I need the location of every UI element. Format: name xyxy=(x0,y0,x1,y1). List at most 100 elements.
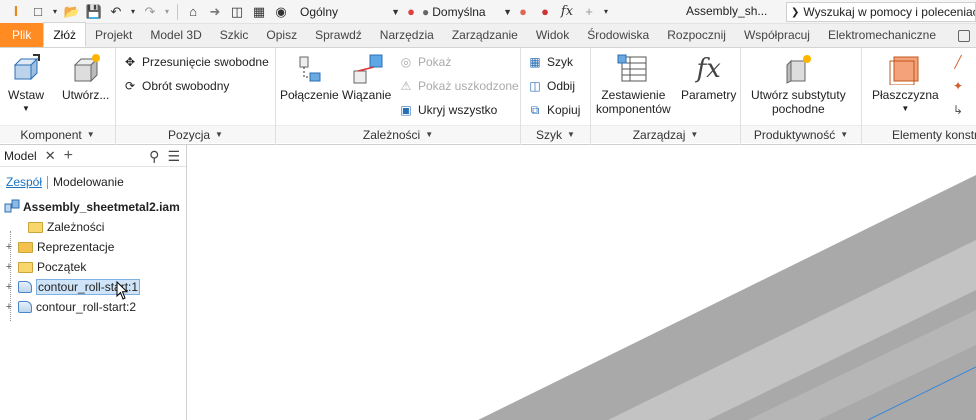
chevron-down-icon: ▼ xyxy=(901,104,910,113)
panel-title-relationships[interactable]: Zależności ▼ xyxy=(276,125,520,143)
clear-appearance-icon[interactable]: ● xyxy=(535,2,555,22)
copy-button[interactable]: ⧉ Kopiuj xyxy=(527,100,581,120)
free-rotate-button[interactable]: ⟳ Obrót swobodny xyxy=(122,76,229,96)
constrain-button[interactable]: Wiązanie xyxy=(342,52,391,102)
save-icon[interactable]: 💾 xyxy=(84,2,104,22)
adjust-appearance-icon[interactable]: ● xyxy=(513,2,533,22)
redo-icon[interactable]: ↷ xyxy=(140,2,160,22)
appearance-combo[interactable]: ● Domyślna ▼ xyxy=(422,2,512,22)
style-combo[interactable]: Ogólny ▼ xyxy=(300,2,400,22)
create-substitutes-button[interactable]: Utwórz substytuty pochodne xyxy=(751,52,846,116)
free-move-button[interactable]: ✥ Przesunięcie swobodne xyxy=(122,52,269,72)
panel-title-pattern[interactable]: Szyk ▼ xyxy=(521,125,590,143)
browser-title[interactable]: Model xyxy=(4,149,37,163)
mirror-button[interactable]: ◫ Odbij xyxy=(527,76,575,96)
tab-assembly[interactable]: Zespół xyxy=(6,175,42,189)
tree-item-part-1[interactable]: + contour_roll-start:1 xyxy=(0,277,186,300)
update-icon[interactable]: ◫ xyxy=(227,2,247,22)
joint-button[interactable]: Połączenie xyxy=(280,52,339,102)
tab-environments[interactable]: Środowiska xyxy=(578,23,658,47)
pattern-icon: ▦ xyxy=(529,55,541,69)
mirror-label: Odbij xyxy=(547,79,576,93)
tree-item-relationships[interactable]: Zależności xyxy=(0,217,186,237)
tab-tools[interactable]: Narzędzia xyxy=(371,23,443,47)
free-move-icon: ✥ xyxy=(124,55,136,69)
redo-dropdown-icon[interactable]: ▾ xyxy=(162,2,172,22)
sphere-icon: ● xyxy=(422,4,430,19)
menu-icon[interactable]: ☰ xyxy=(167,148,180,165)
plus-icon[interactable]: + xyxy=(579,2,599,22)
model-browser: Model ✕ + ⚲ ☰ Zespół Modelowanie Assembl… xyxy=(0,145,187,420)
tree-root[interactable]: Assembly_sheetmetal2.iam xyxy=(0,197,186,217)
graphics-window[interactable] xyxy=(188,145,976,420)
panel-title-productivity[interactable]: Produktywność ▼ xyxy=(741,125,861,143)
expand-icon[interactable]: + xyxy=(4,301,14,313)
ribbon-minimize-icon[interactable] xyxy=(958,30,970,42)
panel-title-component[interactable]: Komponent ▼ xyxy=(0,125,115,143)
panel-title-pattern-label: Szyk xyxy=(536,127,563,142)
bom-button[interactable]: Zestawienie komponentów xyxy=(596,52,671,116)
new-file-icon[interactable]: □ xyxy=(28,2,48,22)
ucs-icon: ↳ xyxy=(952,103,964,117)
hide-all-button[interactable]: ▣ Ukryj wszystko xyxy=(398,100,497,120)
expand-icon[interactable]: + xyxy=(4,261,14,273)
tab-modeling[interactable]: Modelowanie xyxy=(53,175,124,189)
tab-get-started[interactable]: Rozpocznij xyxy=(658,23,735,47)
fx-icon[interactable]: fx xyxy=(557,2,577,22)
tab-3d-model[interactable]: Model 3D xyxy=(141,23,210,47)
undo-icon[interactable]: ↶ xyxy=(106,2,126,22)
color-wheel-icon[interactable]: ● xyxy=(401,2,421,22)
search-icon[interactable]: ⚲ xyxy=(149,148,159,165)
tab-design[interactable]: Projekt xyxy=(86,23,141,47)
fx-icon: fx xyxy=(696,54,721,84)
axis-button[interactable]: ╱ xyxy=(950,52,966,72)
tree-item-label: contour_roll-start:2 xyxy=(36,300,137,314)
hide-all-label: Ukryj wszystko xyxy=(418,103,498,117)
select-icon[interactable]: ➜ xyxy=(205,2,225,22)
expand-icon[interactable]: + xyxy=(4,281,14,293)
customize-dropdown-icon[interactable]: ▾ xyxy=(601,2,611,22)
tree-item-origin[interactable]: + Początek xyxy=(0,257,186,277)
expand-icon[interactable]: + xyxy=(4,241,14,253)
parameters-button[interactable]: fx Parametry xyxy=(681,52,736,102)
tab-view[interactable]: Widok xyxy=(527,23,578,47)
hide-all-icon: ▣ xyxy=(400,103,412,117)
add-browser-icon[interactable]: + xyxy=(64,147,73,165)
point-button[interactable]: ✦ xyxy=(950,76,966,96)
ribbon-tabs: Plik Złóż Projekt Model 3D Szkic Opisz S… xyxy=(0,22,976,48)
create-component-button[interactable]: Utwórz... xyxy=(62,52,109,102)
panel-title-work-features[interactable]: Elementy konstrukcyjne xyxy=(862,125,976,143)
tab-manage[interactable]: Zarządzanie xyxy=(443,23,527,47)
home-icon[interactable]: ⌂ xyxy=(183,2,203,22)
tab-inspect[interactable]: Sprawdź xyxy=(306,23,371,47)
plane-button[interactable]: Płaszczyzna ▼ xyxy=(872,52,939,116)
ucs-button[interactable]: ↳ xyxy=(950,100,966,120)
insert-button[interactable]: Wstaw ▼ xyxy=(8,52,44,116)
undo-dropdown-icon[interactable]: ▾ xyxy=(128,2,138,22)
new-dropdown-icon[interactable]: ▾ xyxy=(50,2,60,22)
open-icon[interactable]: 📂 xyxy=(62,2,82,22)
copy-icon: ⧉ xyxy=(530,102,540,117)
tree-item-representations[interactable]: + Reprezentacje xyxy=(0,237,186,257)
tab-sketch[interactable]: Szkic xyxy=(211,23,258,47)
close-icon[interactable]: ✕ xyxy=(45,148,56,164)
help-search-input[interactable]: ❯ Wyszukaj w pomocy i poleceniach... xyxy=(786,2,976,22)
panel-component: Wstaw ▼ Utwórz... Komponent ▼ xyxy=(0,48,116,145)
iproperties-icon[interactable]: ▦ xyxy=(249,2,269,22)
app-logo-icon[interactable]: I xyxy=(6,2,26,22)
tab-file[interactable]: Plik xyxy=(0,23,44,47)
tab-electromechanical[interactable]: Elektromechaniczne xyxy=(819,23,945,47)
panel-title-position-label: Pozycja xyxy=(168,127,211,142)
pattern-button[interactable]: ▦ Szyk xyxy=(527,52,573,72)
panel-title-position[interactable]: Pozycja ▼ xyxy=(116,125,275,143)
show-button[interactable]: ◎ Pokaż xyxy=(398,52,452,72)
create-component-icon xyxy=(68,52,104,86)
tree-item-part-2[interactable]: + contour_roll-start:2 xyxy=(0,297,186,317)
constrain-icon xyxy=(349,52,385,86)
show-sick-button[interactable]: ⚠ Pokaż uszkodzone xyxy=(398,76,519,96)
tab-collaborate[interactable]: Współpracuj xyxy=(735,23,819,47)
material-icon[interactable]: ◉ xyxy=(271,2,291,22)
tab-assemble[interactable]: Złóż xyxy=(43,22,87,47)
tab-annotate[interactable]: Opisz xyxy=(257,23,306,47)
panel-title-manage[interactable]: Zarządzaj ▼ xyxy=(591,125,740,143)
